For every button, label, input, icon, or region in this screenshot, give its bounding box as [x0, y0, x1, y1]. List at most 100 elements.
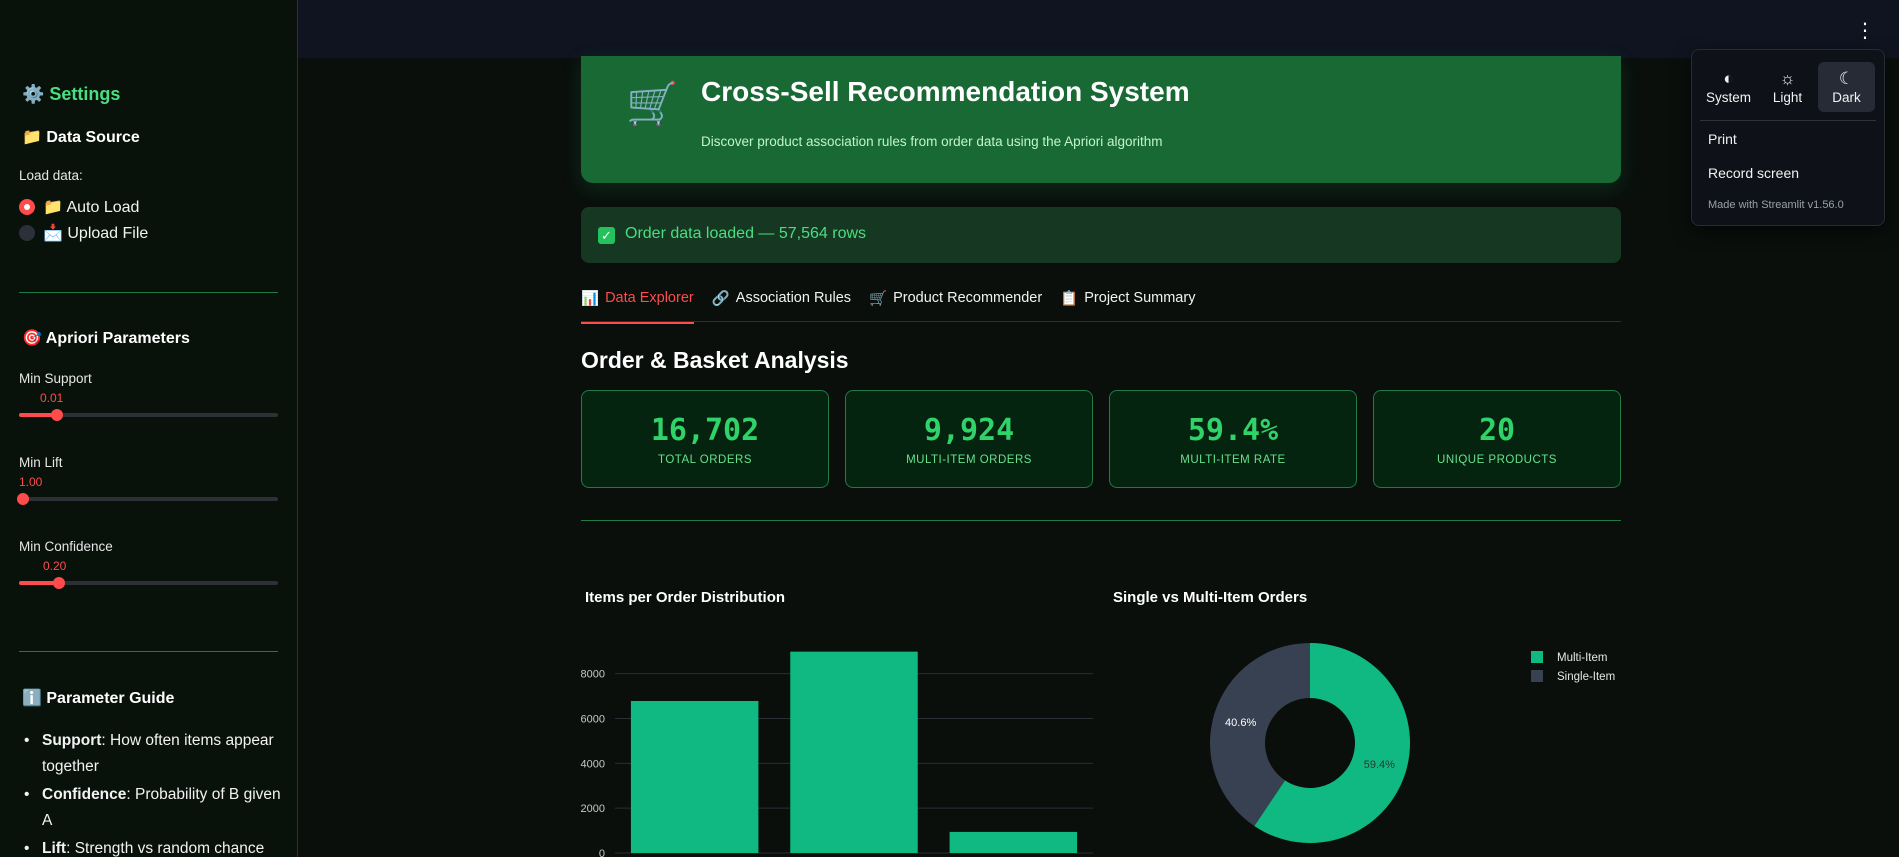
legend-swatch [1531, 651, 1543, 663]
sun-icon: ☼ [1779, 68, 1796, 88]
guide-term: Support [42, 732, 102, 749]
metric-value: 9,924 [923, 413, 1015, 448]
bar [790, 651, 918, 853]
slider-handle[interactable] [17, 493, 29, 505]
cart-icon: 🛒 [869, 291, 888, 307]
theme-label: Light [1772, 89, 1803, 105]
slider-label-min-lift: Min Lift [19, 455, 63, 470]
y-tick-label: 0 [599, 848, 605, 857]
metric-value: 20 [1478, 413, 1516, 448]
items-per-order-bar-chart: 0 2000 4000 6000 8000 [581, 651, 1093, 857]
clipboard-icon: 📋 [1060, 291, 1079, 307]
moon-icon: ☾ [1838, 68, 1855, 88]
menu-divider [1700, 120, 1876, 121]
menu-item-print[interactable]: Print [1708, 131, 1737, 147]
chart-title-single-vs-multi: Single vs Multi-Item Orders [1113, 589, 1308, 606]
success-message: Order data loaded — 57,564 rows [625, 225, 867, 242]
single-vs-multi-donut-chart: 59.4% 40.6% Multi-Item Single-Item [1210, 643, 1615, 843]
theme-label: System [1705, 89, 1751, 105]
main-menu-icon[interactable]: ⋮ [1855, 18, 1875, 43]
page-title: Cross-Sell Recommendation System [701, 76, 1190, 107]
chart-title-items-per-order: Items per Order Distribution [585, 589, 786, 606]
app-header: ⋮ [298, 0, 1899, 58]
metric-label: Unique Products [1437, 454, 1557, 466]
y-tick-label: 8000 [581, 669, 605, 681]
guide-text: : Strength vs random chance (>1 [66, 840, 265, 857]
slider-fill [19, 581, 56, 585]
metric-value: 59.4% [1187, 413, 1279, 448]
menu-item-record-screen[interactable]: Record screen [1708, 165, 1799, 181]
theme-selector: ◐ System ☼ Light ☾ Dark [1700, 62, 1875, 112]
slider-label-min-confidence: Min Confidence [19, 539, 113, 554]
radio-auto-load[interactable]: 📁 Auto Load [19, 197, 139, 217]
slider-label-min-support: Min Support [19, 371, 92, 386]
checkmark-icon: ✓ [598, 227, 615, 244]
metric-label: Total Orders [658, 454, 752, 466]
theme-label: Dark [1832, 89, 1861, 105]
page-subtitle: Discover product association rules from … [701, 134, 1163, 149]
metric-card-unique-products: 20 Unique Products [1373, 390, 1621, 488]
parameter-guide-title: ℹ️ Parameter Guide [22, 690, 175, 707]
slider-handle[interactable] [53, 577, 66, 589]
section-title: Order & Basket Analysis [581, 347, 849, 373]
slider-value-min-support: 0.01 [40, 391, 64, 405]
tab-project-summary[interactable]: 📋 Project Summary [1060, 288, 1195, 322]
sidebar-divider [19, 651, 278, 652]
theme-light-button[interactable]: ☼ Light [1759, 62, 1816, 112]
slice-label: 40.6% [1225, 717, 1256, 729]
slider-handle[interactable] [50, 409, 63, 421]
guide-item: Lift: Strength vs random chance (>1 [22, 836, 282, 857]
tab-label: Data Explorer [605, 290, 694, 306]
tab-label: Association Rules [735, 290, 852, 306]
slider-fill [19, 413, 53, 417]
tab-product-recommender[interactable]: 🛒 Product Recommender [869, 288, 1042, 322]
main-menu-popup: ◐ System ☼ Light ☾ Dark Print Record scr… [1691, 49, 1885, 226]
radio-label-auto-load: 📁 Auto Load [43, 199, 140, 216]
metric-card-total-orders: 16,702 Total Orders [581, 390, 829, 488]
guide-term: Lift [42, 840, 67, 857]
slider-min-lift[interactable] [17, 493, 278, 505]
theme-dark-button[interactable]: ☾ Dark [1818, 62, 1875, 112]
guide-term: Confidence [42, 786, 127, 803]
chart-icon: 📊 [581, 291, 600, 307]
load-data-label: Load data: [19, 168, 83, 183]
bar [949, 831, 1078, 853]
link-icon: 🔗 [711, 291, 730, 307]
radio-button[interactable] [19, 225, 35, 241]
bar [630, 700, 759, 853]
metric-label: Multi-Item Orders [906, 454, 1032, 466]
parameter-guide-list: Support: How often items appear together… [22, 728, 282, 857]
settings-title: ⚙️ Settings [22, 84, 121, 104]
shopping-cart-icon: 🛒 [626, 80, 679, 127]
radio-upload-file[interactable]: 📩 Upload File [19, 223, 148, 243]
hero-banner: 🛒 Cross-Sell Recommendation System Disco… [581, 56, 1621, 183]
slider-min-support[interactable] [19, 409, 278, 421]
half-circle-icon: ◐ [1723, 68, 1734, 88]
legend-swatch [1531, 670, 1543, 682]
legend-label: Single-Item [1557, 671, 1615, 683]
slider-value-min-lift: 1.00 [19, 475, 43, 489]
tab-bar: 📊 Data Explorer 🔗 Association Rules 🛒 Produ… [581, 288, 1621, 324]
sidebar-divider [19, 292, 278, 293]
slider-min-confidence[interactable] [19, 577, 278, 589]
radio-button-selected[interactable] [19, 199, 35, 215]
metric-card-multi-item-orders: 9,924 Multi-Item Orders [845, 390, 1093, 488]
theme-system-button[interactable]: ◐ System [1700, 62, 1757, 112]
made-with-streamlit: Made with Streamlit v1.56.0 [1708, 199, 1844, 211]
y-tick-label: 4000 [581, 758, 605, 770]
tab-data-explorer[interactable]: 📊 Data Explorer [581, 288, 694, 324]
y-tick-label: 2000 [581, 803, 605, 815]
y-tick-label: 6000 [581, 713, 605, 725]
data-source-title: 📁 Data Source [22, 129, 140, 146]
slider-value-min-confidence: 0.20 [43, 559, 67, 573]
radio-label-upload-file: 📩 Upload File [43, 225, 149, 242]
success-alert: ✓ Order data loaded — 57,564 rows [581, 207, 1621, 263]
sidebar: ⚙️ Settings 📁 Data Source Load data: 📁 A… [0, 0, 298, 857]
metric-card-multi-item-rate: 59.4% Multi-Item Rate [1109, 390, 1357, 488]
tab-label: Project Summary [1084, 290, 1196, 306]
tab-association-rules[interactable]: 🔗 Association Rules [712, 288, 851, 322]
section-divider [581, 520, 1621, 521]
apriori-params-title: 🎯 Apriori Parameters [22, 330, 190, 347]
metric-value: 16,702 [650, 413, 760, 448]
slice-label: 59.4% [1364, 759, 1395, 771]
